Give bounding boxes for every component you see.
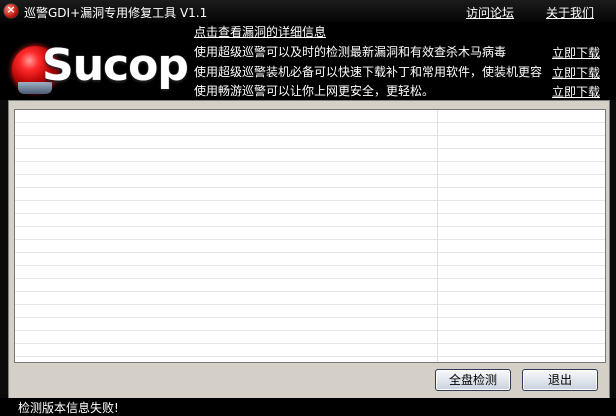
app-window: × 巡警GDI+漏洞专用修复工具 V1.1 访问论坛 关于我们 Sucop 点击… [0, 0, 616, 416]
logo-wordmark: Sucop [42, 40, 189, 91]
download-link-1[interactable]: 立即下载 [552, 44, 600, 61]
column-divider[interactable] [437, 110, 438, 362]
download-link-2[interactable]: 立即下载 [552, 64, 600, 81]
exit-button[interactable]: 退出 [522, 369, 598, 391]
title-bar: × 巡警GDI+漏洞专用修复工具 V1.1 访问论坛 关于我们 [0, 0, 616, 23]
vulnerability-details-link[interactable]: 点击查看漏洞的详细信息 [194, 23, 326, 40]
main-panel: 全盘检测 退出 [8, 100, 610, 400]
scan-all-button[interactable]: 全盘检测 [435, 369, 511, 391]
promo-text-1: 使用超级巡警可以及时的检测最新漏洞和有效查杀木马病毒 [194, 45, 507, 59]
about-us-link[interactable]: 关于我们 [546, 4, 594, 21]
window-title: 巡警GDI+漏洞专用修复工具 V1.1 [24, 6, 208, 20]
status-message: 检测版本信息失败! [18, 401, 119, 415]
scan-results-list[interactable] [14, 109, 606, 363]
visit-forum-link[interactable]: 访问论坛 [466, 4, 514, 21]
app-close-icon[interactable]: × [4, 3, 18, 18]
list-rows [15, 110, 605, 362]
promo-text-2: 使用超级巡警装机必备可以快速下载补丁和常用软件，使装机更容 [194, 65, 543, 79]
promo-text-3: 使用畅游巡警可以让你上网更安全，更轻松。 [194, 84, 435, 98]
header-banner: Sucop 点击查看漏洞的详细信息 使用超级巡警可以及时的检测最新漏洞和有效查杀… [0, 22, 616, 100]
sucop-logo: Sucop [10, 32, 190, 102]
download-link-3[interactable]: 立即下载 [552, 83, 600, 100]
status-bar: 检测版本信息失败! [0, 398, 616, 416]
